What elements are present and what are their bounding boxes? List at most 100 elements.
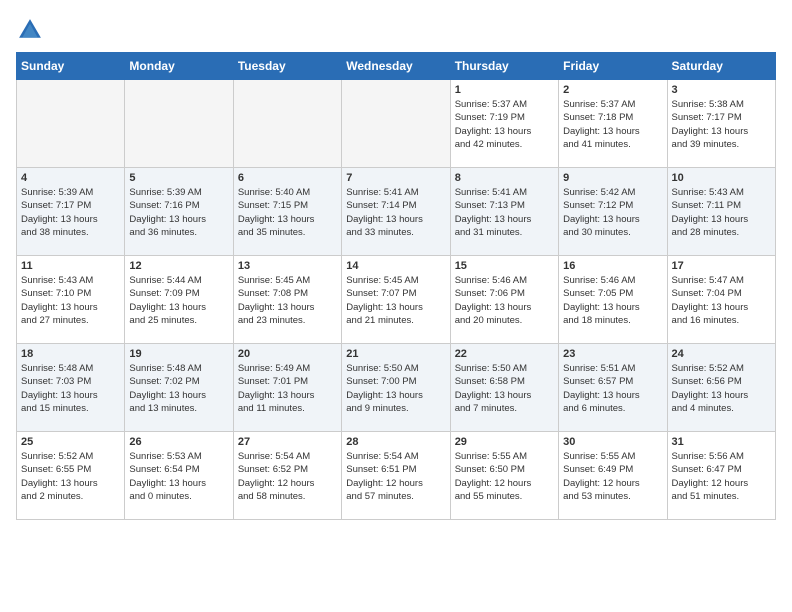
- calendar-cell: 8 Sunrise: 5:41 AM Sunset: 7:13 PM Daylig…: [450, 168, 558, 256]
- day-info: Sunrise: 5:54 AM Sunset: 6:52 PM Dayligh…: [238, 450, 337, 503]
- calendar-cell: 18 Sunrise: 5:48 AM Sunset: 7:03 PM Dayli…: [17, 344, 125, 432]
- day-number: 1: [455, 84, 554, 96]
- day-number: 4: [21, 172, 120, 184]
- day-info: Sunrise: 5:43 AM Sunset: 7:10 PM Dayligh…: [21, 274, 120, 327]
- day-number: 26: [129, 436, 228, 448]
- day-info: Sunrise: 5:49 AM Sunset: 7:01 PM Dayligh…: [238, 362, 337, 415]
- page-header: [16, 16, 776, 44]
- calendar-cell: 12 Sunrise: 5:44 AM Sunset: 7:09 PM Dayli…: [125, 256, 233, 344]
- day-number: 11: [21, 260, 120, 272]
- header-monday: Monday: [125, 53, 233, 80]
- day-info: Sunrise: 5:40 AM Sunset: 7:15 PM Dayligh…: [238, 186, 337, 239]
- day-info: Sunrise: 5:55 AM Sunset: 6:49 PM Dayligh…: [563, 450, 662, 503]
- logo: [16, 16, 48, 44]
- header-wednesday: Wednesday: [342, 53, 450, 80]
- day-number: 6: [238, 172, 337, 184]
- calendar-cell: 4 Sunrise: 5:39 AM Sunset: 7:17 PM Daylig…: [17, 168, 125, 256]
- day-info: Sunrise: 5:42 AM Sunset: 7:12 PM Dayligh…: [563, 186, 662, 239]
- calendar-cell: 28 Sunrise: 5:54 AM Sunset: 6:51 PM Dayli…: [342, 432, 450, 520]
- calendar-cell: 29Sunrise: 5:55 AM Sunset: 6:50 PM Dayli…: [450, 432, 558, 520]
- calendar-cell: 22 Sunrise: 5:50 AM Sunset: 6:58 PM Dayli…: [450, 344, 558, 432]
- day-number: 23: [563, 348, 662, 360]
- day-info: Sunrise: 5:38 AM Sunset: 7:17 PM Dayligh…: [672, 98, 771, 151]
- calendar-cell: 17 Sunrise: 5:47 AM Sunset: 7:04 PM Dayli…: [667, 256, 775, 344]
- day-number: 15: [455, 260, 554, 272]
- header-saturday: Saturday: [667, 53, 775, 80]
- week-row-4: 18 Sunrise: 5:48 AM Sunset: 7:03 PM Dayli…: [17, 344, 776, 432]
- header-row: SundayMondayTuesdayWednesdayThursdayFrid…: [17, 53, 776, 80]
- day-number: 16: [563, 260, 662, 272]
- day-info: Sunrise: 5:50 AM Sunset: 7:00 PM Dayligh…: [346, 362, 445, 415]
- day-number: 27: [238, 436, 337, 448]
- day-info: Sunrise: 5:52 AM Sunset: 6:55 PM Dayligh…: [21, 450, 120, 503]
- calendar-cell: 25 Sunrise: 5:52 AM Sunset: 6:55 PM Dayli…: [17, 432, 125, 520]
- day-info: Sunrise: 5:37 AM Sunset: 7:19 PM Dayligh…: [455, 98, 554, 151]
- calendar-cell: 21Sunrise: 5:50 AM Sunset: 7:00 PM Dayli…: [342, 344, 450, 432]
- day-info: Sunrise: 5:39 AM Sunset: 7:17 PM Dayligh…: [21, 186, 120, 239]
- day-info: Sunrise: 5:51 AM Sunset: 6:57 PM Dayligh…: [563, 362, 662, 415]
- day-number: 7: [346, 172, 445, 184]
- day-info: Sunrise: 5:41 AM Sunset: 7:13 PM Dayligh…: [455, 186, 554, 239]
- calendar-cell: 27 Sunrise: 5:54 AM Sunset: 6:52 PM Dayli…: [233, 432, 341, 520]
- day-number: 3: [672, 84, 771, 96]
- day-number: 2: [563, 84, 662, 96]
- day-info: Sunrise: 5:48 AM Sunset: 7:03 PM Dayligh…: [21, 362, 120, 415]
- day-info: Sunrise: 5:50 AM Sunset: 6:58 PM Dayligh…: [455, 362, 554, 415]
- calendar-cell: 31 Sunrise: 5:56 AM Sunset: 6:47 PM Dayli…: [667, 432, 775, 520]
- calendar-cell: [233, 80, 341, 168]
- day-info: Sunrise: 5:41 AM Sunset: 7:14 PM Dayligh…: [346, 186, 445, 239]
- calendar-cell: [125, 80, 233, 168]
- day-info: Sunrise: 5:37 AM Sunset: 7:18 PM Dayligh…: [563, 98, 662, 151]
- calendar-cell: [17, 80, 125, 168]
- calendar-cell: 7 Sunrise: 5:41 AM Sunset: 7:14 PM Daylig…: [342, 168, 450, 256]
- day-number: 14: [346, 260, 445, 272]
- calendar-table: SundayMondayTuesdayWednesdayThursdayFrid…: [16, 52, 776, 520]
- header-tuesday: Tuesday: [233, 53, 341, 80]
- day-info: Sunrise: 5:46 AM Sunset: 7:06 PM Dayligh…: [455, 274, 554, 327]
- calendar-cell: 11 Sunrise: 5:43 AM Sunset: 7:10 PM Dayli…: [17, 256, 125, 344]
- day-number: 5: [129, 172, 228, 184]
- day-number: 13: [238, 260, 337, 272]
- week-row-5: 25 Sunrise: 5:52 AM Sunset: 6:55 PM Dayli…: [17, 432, 776, 520]
- day-info: Sunrise: 5:39 AM Sunset: 7:16 PM Dayligh…: [129, 186, 228, 239]
- calendar-cell: 24 Sunrise: 5:52 AM Sunset: 6:56 PM Dayli…: [667, 344, 775, 432]
- day-number: 8: [455, 172, 554, 184]
- day-info: Sunrise: 5:54 AM Sunset: 6:51 PM Dayligh…: [346, 450, 445, 503]
- calendar-cell: 1 Sunrise: 5:37 AM Sunset: 7:19 PM Daylig…: [450, 80, 558, 168]
- day-info: Sunrise: 5:47 AM Sunset: 7:04 PM Dayligh…: [672, 274, 771, 327]
- calendar-cell: 3 Sunrise: 5:38 AM Sunset: 7:17 PM Daylig…: [667, 80, 775, 168]
- header-sunday: Sunday: [17, 53, 125, 80]
- day-info: Sunrise: 5:43 AM Sunset: 7:11 PM Dayligh…: [672, 186, 771, 239]
- calendar-cell: 10 Sunrise: 5:43 AM Sunset: 7:11 PM Dayli…: [667, 168, 775, 256]
- calendar-cell: [342, 80, 450, 168]
- day-info: Sunrise: 5:44 AM Sunset: 7:09 PM Dayligh…: [129, 274, 228, 327]
- calendar-cell: 5 Sunrise: 5:39 AM Sunset: 7:16 PM Daylig…: [125, 168, 233, 256]
- day-info: Sunrise: 5:46 AM Sunset: 7:05 PM Dayligh…: [563, 274, 662, 327]
- day-info: Sunrise: 5:56 AM Sunset: 6:47 PM Dayligh…: [672, 450, 771, 503]
- calendar-cell: 30 Sunrise: 5:55 AM Sunset: 6:49 PM Dayli…: [559, 432, 667, 520]
- calendar-cell: 13 Sunrise: 5:45 AM Sunset: 7:08 PM Dayli…: [233, 256, 341, 344]
- day-number: 9: [563, 172, 662, 184]
- day-number: 20: [238, 348, 337, 360]
- day-info: Sunrise: 5:45 AM Sunset: 7:08 PM Dayligh…: [238, 274, 337, 327]
- day-number: 28: [346, 436, 445, 448]
- calendar-cell: 15 Sunrise: 5:46 AM Sunset: 7:06 PM Dayli…: [450, 256, 558, 344]
- day-number: 18: [21, 348, 120, 360]
- calendar-cell: 14Sunrise: 5:45 AM Sunset: 7:07 PM Dayli…: [342, 256, 450, 344]
- day-number: 31: [672, 436, 771, 448]
- header-friday: Friday: [559, 53, 667, 80]
- calendar-cell: 19Sunrise: 5:48 AM Sunset: 7:02 PM Dayli…: [125, 344, 233, 432]
- day-number: 22: [455, 348, 554, 360]
- day-number: 24: [672, 348, 771, 360]
- day-number: 25: [21, 436, 120, 448]
- header-thursday: Thursday: [450, 53, 558, 80]
- calendar-cell: 6 Sunrise: 5:40 AM Sunset: 7:15 PM Daylig…: [233, 168, 341, 256]
- day-number: 17: [672, 260, 771, 272]
- day-number: 10: [672, 172, 771, 184]
- calendar-cell: 26Sunrise: 5:53 AM Sunset: 6:54 PM Dayli…: [125, 432, 233, 520]
- day-number: 12: [129, 260, 228, 272]
- week-row-1: 1 Sunrise: 5:37 AM Sunset: 7:19 PM Daylig…: [17, 80, 776, 168]
- day-info: Sunrise: 5:48 AM Sunset: 7:02 PM Dayligh…: [129, 362, 228, 415]
- day-number: 30: [563, 436, 662, 448]
- day-info: Sunrise: 5:52 AM Sunset: 6:56 PM Dayligh…: [672, 362, 771, 415]
